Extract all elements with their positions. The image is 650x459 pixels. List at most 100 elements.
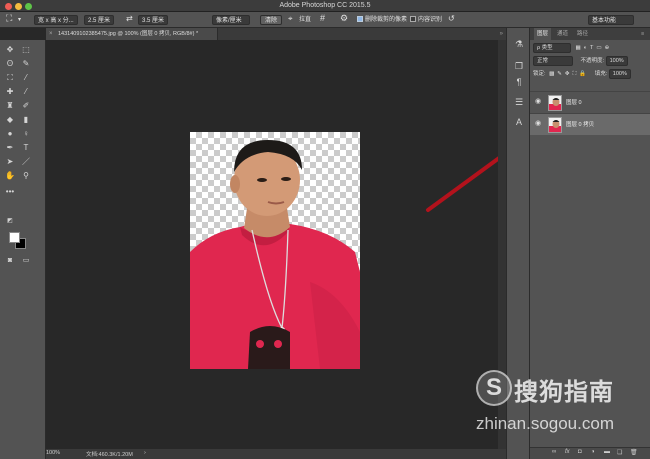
add-mask-icon[interactable]: ◘ bbox=[578, 449, 582, 455]
sogou-logo-icon: S bbox=[476, 370, 512, 406]
quick-selection-tool-icon[interactable]: ✎ bbox=[21, 59, 31, 69]
title-bar: Adobe Photoshop CC 2015.5 bbox=[0, 0, 650, 12]
zoom-level[interactable]: 100% bbox=[46, 450, 60, 456]
width-field[interactable]: 2.5 厘米 bbox=[84, 15, 115, 25]
overlay-grid-icon[interactable]: # bbox=[320, 13, 325, 23]
clone-stamp-tool-icon[interactable]: ♜ bbox=[5, 101, 15, 111]
document-tab-bar: × 1431409102385475.jpg @ 100% (图层 0 拷贝, … bbox=[46, 28, 506, 40]
watermark-url: zhinan.sogou.com bbox=[476, 414, 614, 433]
swap-arrows-icon[interactable]: ⇄ bbox=[126, 14, 133, 24]
crop-tool-icon[interactable]: ⛶ bbox=[6, 13, 12, 23]
properties-panel-icon[interactable]: ❐ bbox=[513, 60, 525, 72]
unit-select[interactable]: 像素/厘米 bbox=[212, 15, 250, 25]
history-panel-icon[interactable]: ⚗ bbox=[513, 38, 525, 50]
clear-button[interactable]: 清除 bbox=[260, 15, 283, 25]
screen-mode-icon[interactable]: ▭ bbox=[21, 256, 31, 266]
lock-icons[interactable]: ▩✎✥⛶🔒 bbox=[549, 71, 589, 77]
fx-button[interactable]: fx bbox=[565, 449, 570, 455]
tab-channels[interactable]: 通道 bbox=[554, 28, 571, 40]
layers-panel-footer: ∞ fx ◘ ◑ ▬ ❏ 🗑 bbox=[530, 447, 650, 459]
lock-row: 锁定: ▩✎✥⛶🔒 填充: 100% bbox=[533, 69, 647, 79]
status-bar: 100% 文档:460.3K/1.20M › bbox=[46, 449, 506, 459]
gear-icon[interactable]: ⚙ bbox=[340, 13, 348, 23]
eye-icon[interactable]: ◉ bbox=[535, 119, 541, 127]
tools-panel: ✥ ⬚ ʘ ✎ ⛶ ⁄ ✚ ⁄ ♜ ✐ ◆ ▮ ● ♀ ✒ T ➤ ／ ✋ ⚲ … bbox=[0, 40, 46, 459]
filter-icons[interactable]: ▦◐T▭⊕ bbox=[576, 45, 613, 51]
default-colors-icon[interactable]: ◩ bbox=[5, 216, 15, 226]
paragraph-panel-icon[interactable]: ¶ bbox=[513, 76, 525, 88]
layer-name[interactable]: 图层 0 拷贝 bbox=[566, 120, 594, 128]
lasso-tool-icon[interactable]: ʘ bbox=[5, 59, 15, 69]
layer-thumbnail bbox=[548, 117, 562, 133]
layer-row[interactable]: ◉ 图层 0 bbox=[530, 91, 650, 113]
adjustment-layer-icon[interactable]: ◑ bbox=[591, 449, 595, 455]
panel-tabs: 图层 通道 路径 ≡ bbox=[530, 28, 650, 40]
layer-row-selected[interactable]: ◉ 图层 0 拷贝 bbox=[530, 113, 650, 135]
portrait-image bbox=[190, 140, 360, 369]
status-menu-icon[interactable]: › bbox=[144, 450, 146, 456]
eye-icon[interactable]: ◉ bbox=[535, 97, 541, 105]
pen-tool-icon[interactable]: ✒ bbox=[5, 143, 15, 153]
fill-label: 填充: bbox=[594, 71, 608, 77]
quick-mask-icon[interactable]: ◙ bbox=[5, 256, 15, 266]
layer-name[interactable]: 图层 0 bbox=[566, 98, 582, 106]
opacity-field[interactable]: 100% bbox=[605, 56, 628, 66]
brush-tool-icon[interactable]: ⁄ bbox=[21, 87, 31, 97]
eyedropper-tool-icon[interactable]: ⁄ bbox=[21, 73, 31, 83]
delete-cropped-checkbox[interactable]: 删除裁剪的像素 bbox=[357, 15, 407, 25]
lock-label: 锁定: bbox=[533, 71, 546, 77]
tab-paths[interactable]: 路径 bbox=[574, 28, 591, 40]
watermark-brand: 搜狗指南 bbox=[514, 379, 614, 406]
delete-cropped-label: 删除裁剪的像素 bbox=[365, 17, 408, 23]
blend-row: 正常 不透明度: 100% bbox=[533, 56, 647, 66]
filter-kind-select[interactable]: ρ 类型 bbox=[533, 43, 571, 53]
type-tool-icon[interactable]: T bbox=[21, 143, 31, 153]
history-brush-tool-icon[interactable]: ✐ bbox=[21, 101, 31, 111]
layer-filter-row: ρ 类型 ▦◐T▭⊕ bbox=[533, 43, 647, 53]
straighten-label[interactable]: 拉直 bbox=[299, 15, 311, 25]
collapse-icon[interactable]: » bbox=[500, 28, 503, 40]
watermark: S 搜狗指南 zhinan.sogou.com bbox=[476, 370, 636, 440]
document-tab-title: 1431409102385475.jpg @ 100% (图层 0 拷贝, RG… bbox=[58, 31, 199, 37]
straighten-icon[interactable]: ⌖ bbox=[288, 14, 293, 24]
dodge-tool-icon[interactable]: ♀ bbox=[21, 129, 31, 139]
more-tools-icon[interactable]: ••• bbox=[5, 187, 15, 197]
opacity-label: 不透明度: bbox=[580, 58, 605, 64]
crop-tool-icon[interactable]: ⛶ bbox=[5, 73, 15, 83]
foreground-color-swatch[interactable] bbox=[9, 232, 20, 243]
canvas-area[interactable] bbox=[46, 40, 522, 449]
content-aware-label: 内容识别 bbox=[418, 17, 443, 23]
blur-tool-icon[interactable]: ● bbox=[5, 129, 15, 139]
hand-tool-icon[interactable]: ✋ bbox=[5, 171, 15, 181]
move-tool-icon[interactable]: ✥ bbox=[5, 45, 15, 55]
ratio-select[interactable]: 宽 x 高 x 分... bbox=[34, 15, 78, 25]
character-panel-icon[interactable]: A bbox=[513, 116, 525, 128]
content-aware-checkbox[interactable]: 内容识别 bbox=[410, 15, 442, 25]
workspace-select[interactable]: 基本功能 bbox=[588, 15, 634, 25]
height-field[interactable]: 3.5 厘米 bbox=[138, 15, 169, 25]
tab-layers[interactable]: 图层 bbox=[534, 28, 552, 40]
eraser-tool-icon[interactable]: ◆ bbox=[5, 115, 15, 125]
marquee-tool-icon[interactable]: ⬚ bbox=[21, 45, 31, 55]
tool-preset-dropdown[interactable]: ▾ bbox=[18, 15, 21, 25]
options-bar: ⛶ ▾ 宽 x 高 x 分... 2.5 厘米 ⇄ 3.5 厘米 像素/厘米 清… bbox=[0, 12, 650, 28]
document-canvas[interactable] bbox=[190, 132, 360, 369]
healing-brush-tool-icon[interactable]: ✚ bbox=[5, 87, 15, 97]
new-group-icon[interactable]: ▬ bbox=[604, 449, 610, 455]
gradient-tool-icon[interactable]: ▮ bbox=[21, 115, 31, 125]
fill-field[interactable]: 100% bbox=[608, 69, 631, 79]
path-selection-tool-icon[interactable]: ➤ bbox=[5, 157, 15, 167]
line-tool-icon[interactable]: ／ bbox=[21, 157, 31, 167]
close-tab-icon[interactable]: × bbox=[49, 28, 53, 40]
new-layer-icon[interactable]: ❏ bbox=[617, 449, 622, 456]
blend-mode-select[interactable]: 正常 bbox=[533, 56, 573, 66]
zoom-tool-icon[interactable]: ⚲ bbox=[21, 171, 31, 181]
document-tab[interactable]: × 1431409102385475.jpg @ 100% (图层 0 拷贝, … bbox=[46, 28, 218, 40]
layer-thumbnail bbox=[548, 95, 562, 111]
link-layers-icon[interactable]: ∞ bbox=[552, 449, 556, 455]
reset-icon[interactable]: ↺ bbox=[448, 14, 455, 24]
adjustments-panel-icon[interactable]: ☰ bbox=[513, 96, 525, 108]
panel-menu-icon[interactable]: ≡ bbox=[638, 28, 647, 40]
app-title: Adobe Photoshop CC 2015.5 bbox=[279, 2, 371, 9]
trash-icon[interactable]: 🗑 bbox=[630, 449, 638, 456]
